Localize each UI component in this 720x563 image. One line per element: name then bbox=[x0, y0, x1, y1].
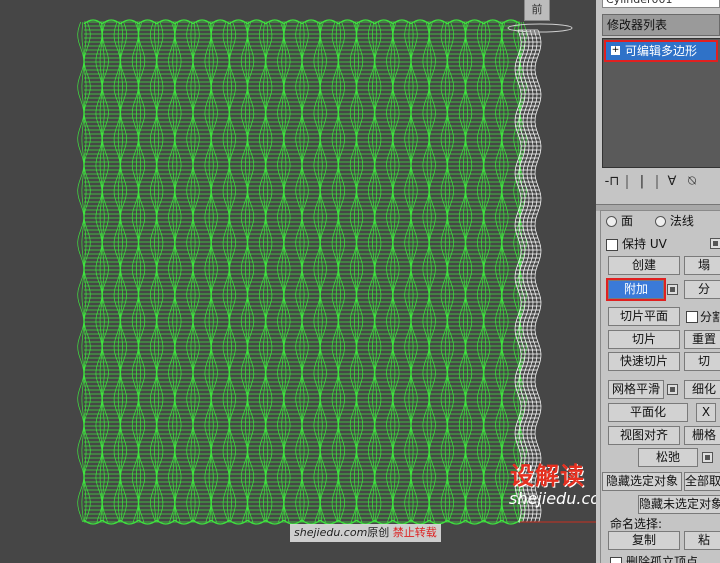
brand-logo: 设解读 bbox=[510, 462, 585, 490]
radio-face-label: 面 bbox=[621, 214, 634, 228]
reset-plane-button[interactable]: 重置 bbox=[684, 330, 720, 349]
wireframe-mesh[interactable] bbox=[0, 0, 596, 563]
show-end-result-icon[interactable]: | bbox=[632, 174, 652, 189]
watermark-warning: 禁止转载 bbox=[392, 526, 437, 539]
preserve-uv-checkbox[interactable] bbox=[606, 238, 618, 251]
quickslice-button[interactable]: 快速切片 bbox=[608, 352, 680, 371]
detach-button[interactable]: 分 bbox=[684, 280, 720, 299]
modifier-stack[interactable]: + 可编辑多边形 bbox=[602, 38, 720, 168]
selection-gizmo-ellipse bbox=[507, 23, 573, 33]
expand-icon[interactable]: + bbox=[611, 46, 620, 55]
split-label: 分割 bbox=[700, 310, 720, 324]
planar-x-button[interactable]: X bbox=[696, 403, 716, 422]
radio-normal[interactable] bbox=[654, 216, 666, 227]
radio-normal-label: 法线 bbox=[669, 214, 694, 228]
tessellate-button[interactable]: 细化 bbox=[684, 380, 720, 399]
toolbar-divider bbox=[626, 174, 628, 189]
toolbar-divider bbox=[656, 174, 658, 189]
preserve-uv-row[interactable]: 保持 UV bbox=[606, 235, 667, 255]
remove-modifier-icon[interactable]: ⍉ bbox=[682, 174, 702, 189]
grid-align-button[interactable]: 栅格 bbox=[684, 426, 720, 445]
copy-selection-button[interactable]: 复制 bbox=[608, 531, 680, 550]
hide-selected-button[interactable]: 隐藏选定对象 bbox=[602, 472, 682, 491]
radio-face[interactable] bbox=[606, 216, 617, 227]
viewport[interactable]: 前 设解读 shejiedu.com shejiedu.com原创 禁止转载 bbox=[0, 0, 596, 563]
slice-plane-button[interactable]: 切片平面 bbox=[608, 307, 680, 326]
slice-button[interactable]: 切片 bbox=[608, 330, 680, 349]
attach-button[interactable]: 附加 bbox=[606, 278, 666, 301]
relax-button[interactable]: 松弛 bbox=[638, 448, 698, 467]
watermark-caption: shejiedu.com原创 禁止转载 bbox=[290, 524, 441, 542]
watermark-host: shejiedu.com bbox=[294, 526, 368, 539]
relax-settings-icon[interactable] bbox=[702, 452, 713, 463]
make-planar-button[interactable]: 平面化 bbox=[608, 403, 688, 422]
cut-button[interactable]: 切 bbox=[684, 352, 720, 371]
split-checkbox[interactable] bbox=[686, 311, 698, 323]
unhide-all-button[interactable]: 全部取消 bbox=[684, 472, 720, 491]
named-selections-label: 命名选择: bbox=[610, 517, 663, 531]
preserve-uv-label: 保持 UV bbox=[622, 237, 667, 251]
mesh-lines bbox=[77, 21, 527, 523]
delete-isolated-label: 删除孤立顶点 bbox=[626, 555, 699, 563]
delete-isolated-checkbox[interactable] bbox=[610, 556, 622, 563]
meshsmooth-settings-icon[interactable] bbox=[667, 384, 678, 395]
modifier-list-dropdown[interactable]: 修改器列表 bbox=[602, 14, 720, 36]
view-label[interactable]: 前 bbox=[524, 0, 550, 21]
constraint-row: 面 法线 bbox=[606, 212, 694, 232]
command-panel: Cylinder001 修改器列表 + 可编辑多边形 -⊓ | ∀⍉ 面 法线 保持… bbox=[596, 0, 720, 563]
collapse-button[interactable]: 塌 bbox=[684, 256, 720, 275]
attach-settings-icon[interactable] bbox=[667, 284, 678, 295]
meshsmooth-button[interactable]: 网格平滑 bbox=[608, 380, 664, 399]
make-unique-icon[interactable]: ∀ bbox=[662, 174, 682, 189]
view-align-button[interactable]: 视图对齐 bbox=[608, 426, 680, 445]
settings-icon[interactable] bbox=[710, 238, 720, 249]
delete-isolated-row[interactable]: 删除孤立顶点 bbox=[610, 553, 698, 563]
watermark-original: 原创 bbox=[367, 526, 390, 539]
selected-strip bbox=[514, 29, 542, 523]
stack-item-editable-poly[interactable]: + 可编辑多边形 bbox=[604, 40, 718, 62]
object-name-field[interactable]: Cylinder001 bbox=[602, 0, 720, 8]
stack-item-label: 可编辑多边形 bbox=[625, 44, 698, 58]
pin-stack-icon[interactable]: -⊓ bbox=[602, 174, 622, 189]
stack-toolbar: -⊓ | ∀ ⍉ bbox=[602, 174, 720, 194]
create-button[interactable]: 创建 bbox=[608, 256, 680, 275]
hide-unselected-button[interactable]: 隐藏未选定对象 bbox=[638, 495, 720, 514]
paste-selection-button[interactable]: 粘 bbox=[684, 531, 720, 550]
brand-url: shejiedu.com bbox=[509, 489, 596, 508]
